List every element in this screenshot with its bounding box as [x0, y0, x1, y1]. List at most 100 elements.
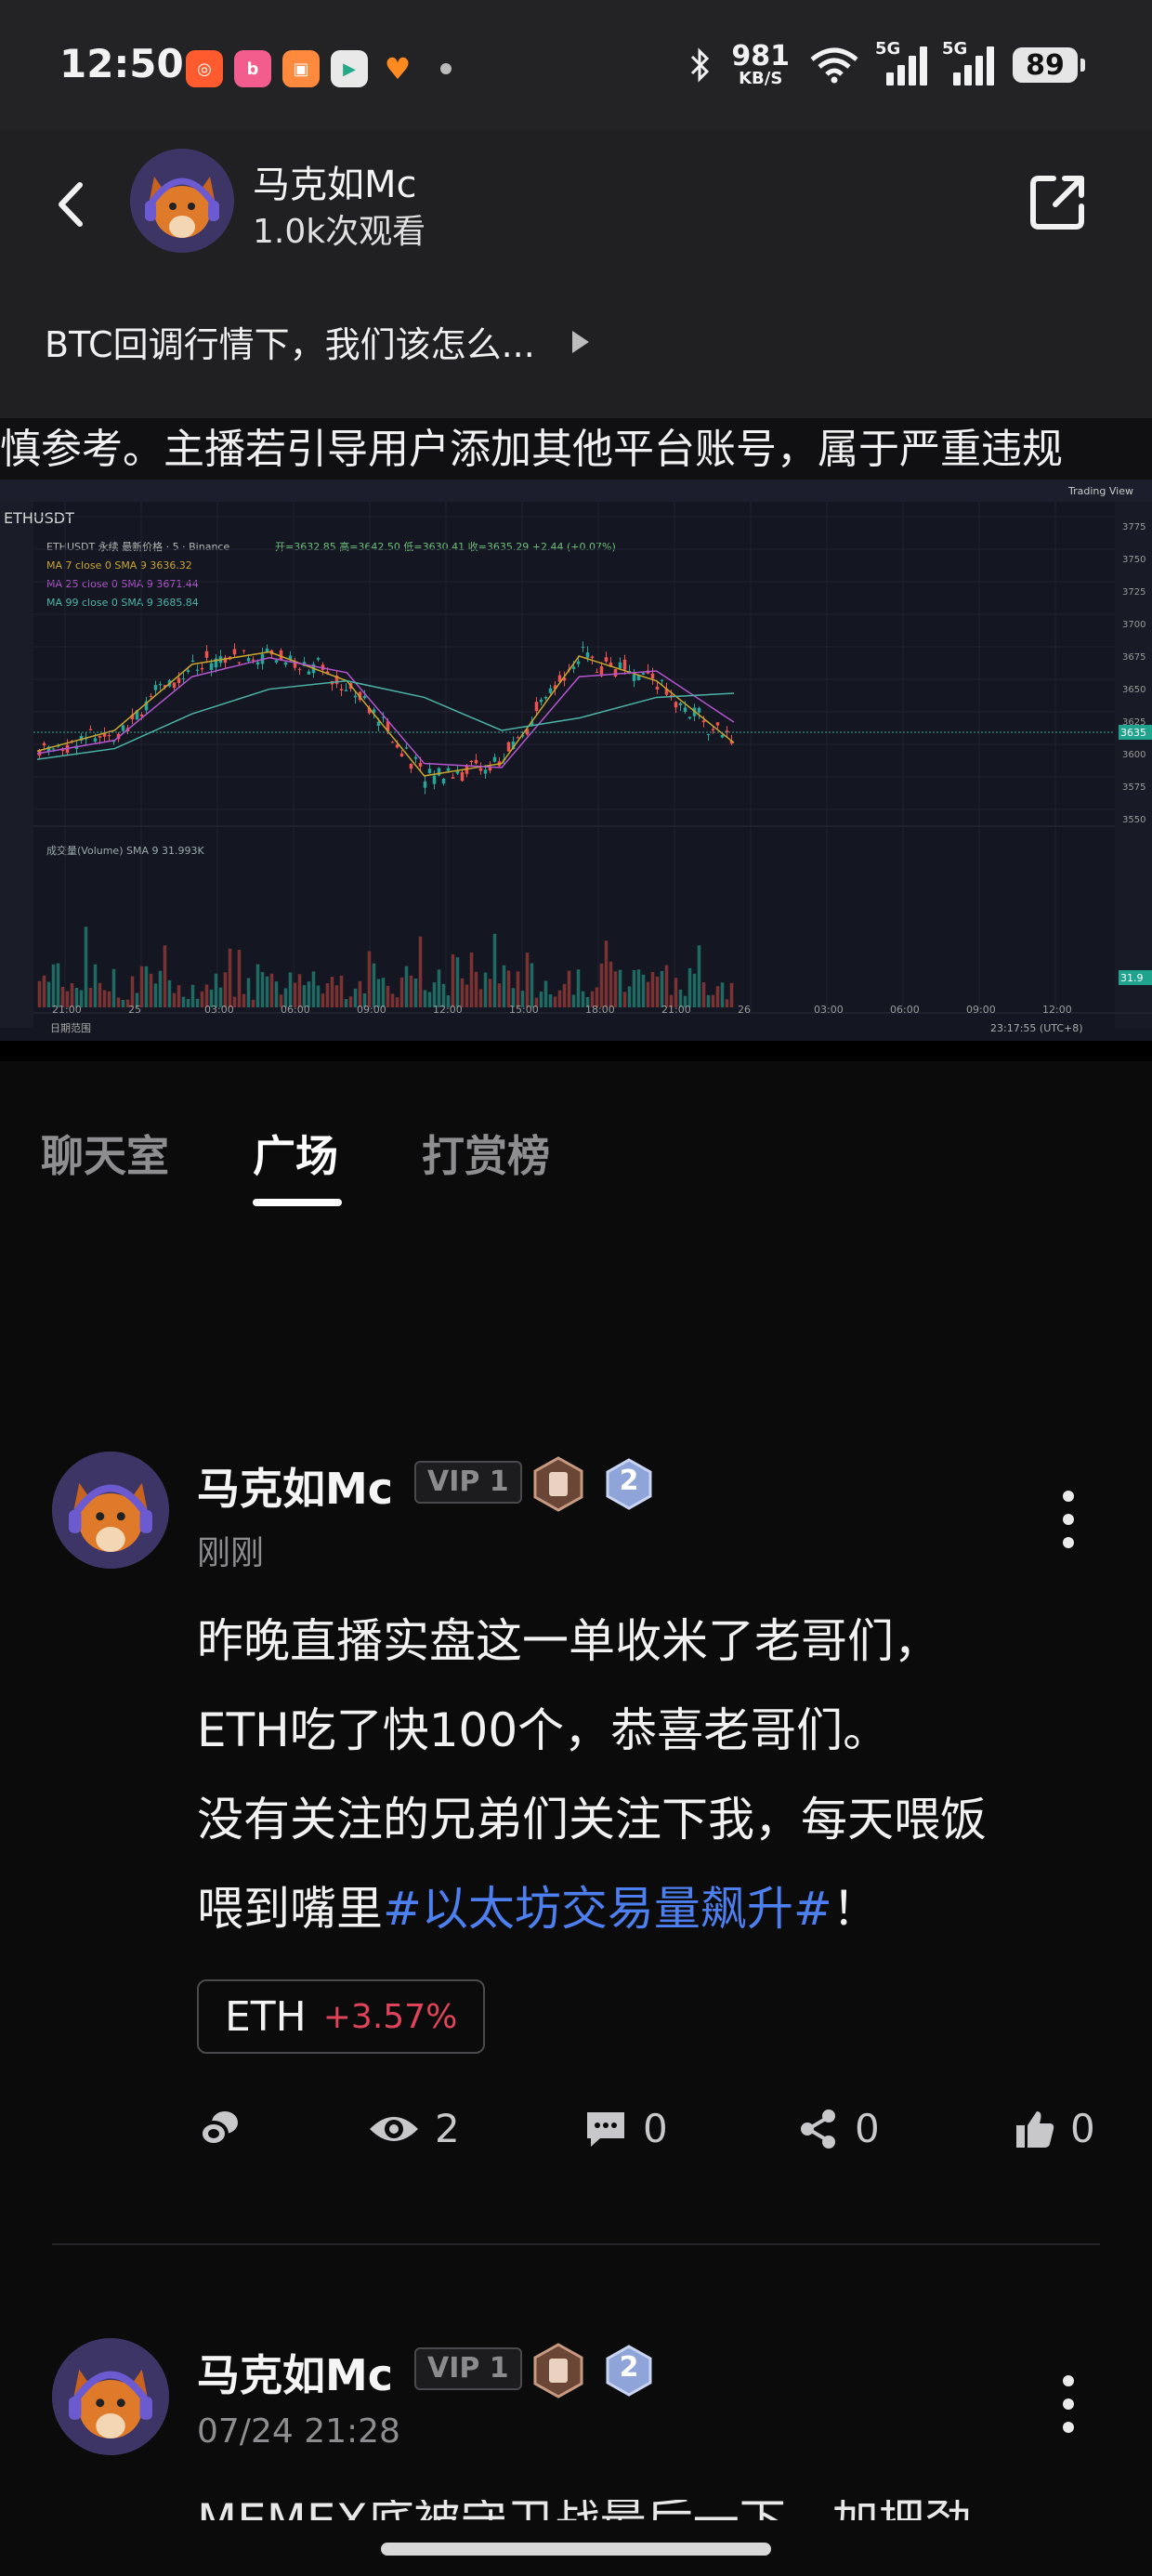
candle-body — [674, 702, 678, 708]
candle-body — [543, 696, 548, 699]
volume-bar — [729, 982, 734, 1007]
volume-bar — [465, 984, 469, 1007]
volume-bar — [84, 927, 88, 1007]
post-content-peek: MEMEX底被守卫战最后一下，加把劲 — [197, 2500, 1107, 2520]
candle-body — [93, 738, 98, 742]
volume-bar — [664, 965, 669, 1007]
live-header: 马克如Mc 1.0k次观看 BTC回调行情下，我们该怎么... — [0, 130, 1152, 418]
tab-tip-ranking[interactable]: 打赏榜 — [422, 1123, 550, 1184]
post-author-name[interactable]: 马克如Mc — [197, 2342, 393, 2403]
volume-bar — [655, 976, 660, 1007]
candle-body — [650, 673, 655, 679]
volume-bar — [687, 967, 692, 1007]
post-divider — [52, 2243, 1100, 2245]
network-speed: 981 KB/S — [731, 43, 790, 87]
comment-button[interactable]: 0 — [583, 2106, 668, 2151]
candle-body — [590, 656, 595, 659]
post-author-name[interactable]: 马克如Mc — [197, 1455, 393, 1517]
volume-bar — [562, 983, 567, 1007]
volume-bar — [386, 985, 390, 1007]
candle-body — [376, 721, 381, 727]
volume-bar — [116, 997, 121, 1007]
tab-chat-room[interactable]: 聊天室 — [41, 1123, 169, 1184]
fox-avatar-image — [130, 149, 234, 253]
candle-body — [153, 684, 158, 690]
candle-body — [423, 781, 427, 788]
network-speed-unit: KB/S — [739, 69, 783, 88]
volume-bar — [627, 986, 632, 1007]
candle-body — [121, 725, 125, 731]
volume-bar — [130, 976, 135, 1007]
live-video-player[interactable]: 慎参考。主播若引导用户添加其他平台账号，属于严重违规 ETHUSDT Tradi… — [0, 418, 1152, 1061]
candle-body — [149, 695, 153, 697]
x-tick-label: 03:00 — [814, 1004, 844, 1016]
volume-bar — [390, 993, 395, 1007]
chart-header: ETHUSDT 永续 最新价格 · 5 · Binance — [46, 540, 229, 553]
candle-body — [409, 763, 413, 769]
volume-bar — [530, 963, 534, 1007]
candle-body — [618, 662, 622, 669]
expand-arrow-icon[interactable] — [571, 330, 589, 353]
volume-bar — [478, 989, 483, 1007]
candle-body — [701, 720, 706, 723]
volume-bar — [701, 982, 706, 1007]
x-tick-label: 03:00 — [204, 1004, 234, 1016]
home-indicator[interactable] — [381, 2543, 771, 2556]
candle-body — [51, 748, 56, 750]
like-button[interactable]: 0 — [1015, 2106, 1095, 2151]
app-notification-icon: ◎ — [186, 50, 223, 87]
post-line: 喂到嘴里#以太坊交易量飙升#！ — [197, 1864, 1107, 1953]
post-line: 没有关注的兄弟们关注下我，每天喂饭 — [197, 1793, 987, 1847]
volume-bar — [223, 972, 228, 1007]
hashtag-link[interactable]: #以太坊交易量飙升# — [383, 1882, 832, 1936]
candle-body — [42, 743, 46, 745]
app-notification-icon: ♥ — [384, 51, 412, 86]
share-icon[interactable] — [1026, 169, 1091, 234]
candle-body — [483, 769, 488, 774]
stream-title[interactable]: BTC回调行情下，我们该怎么... — [45, 316, 589, 367]
back-arrow-icon[interactable] — [48, 172, 95, 237]
more-options-icon[interactable] — [1063, 2375, 1076, 2433]
post-author-avatar[interactable] — [52, 2338, 169, 2455]
chart-clock: 23:17:55 (UTC+8) — [990, 1022, 1083, 1034]
active-tab-indicator — [253, 1199, 342, 1206]
ma7-legend: MA 7 close 0 SMA 9 3636.32 — [46, 559, 192, 572]
candle-body — [158, 683, 163, 686]
more-options-icon[interactable] — [1063, 1491, 1076, 1548]
volume-bar — [325, 983, 330, 1007]
volume-bar — [641, 974, 646, 1007]
volume-bar — [163, 945, 167, 1007]
candle-body — [441, 778, 446, 784]
ma25-legend: MA 25 close 0 SMA 9 3671.44 — [46, 578, 199, 590]
post-line: MEMEX底被守卫战最后一下，加把劲 — [197, 2500, 1107, 2520]
candle-body — [181, 678, 186, 680]
candle-body — [265, 648, 269, 652]
candle-body — [632, 674, 636, 681]
volume-bar — [474, 971, 478, 1007]
streamer-avatar[interactable] — [130, 149, 234, 253]
volume-bar — [604, 940, 609, 1007]
x-tick-label: 06:00 — [890, 1004, 920, 1016]
tab-square[interactable]: 广场 — [253, 1123, 338, 1184]
candle-body — [474, 759, 478, 764]
candle-body — [404, 747, 409, 749]
candle-body — [274, 660, 279, 663]
post-time: 07/24 21:28 — [197, 2412, 400, 2451]
volume-bar — [548, 994, 553, 1007]
y-tick-label: 3675 — [1122, 652, 1145, 663]
share-post-button[interactable]: 0 — [797, 2106, 880, 2151]
volume-bar — [311, 971, 316, 1007]
volume-bar — [506, 970, 511, 1007]
candle-body — [469, 760, 474, 763]
tip-button[interactable] — [197, 2106, 242, 2150]
streamer-name[interactable]: 马克如Mc — [253, 154, 417, 208]
candle-body — [283, 662, 288, 665]
level-number: 2 — [619, 2351, 639, 2384]
candle-body — [697, 707, 701, 713]
volume-bar — [636, 969, 641, 1007]
volume-bar — [646, 981, 650, 1007]
post-author-avatar[interactable] — [52, 1452, 169, 1569]
y-tick-label: 3575 — [1122, 782, 1145, 793]
volume-bar — [409, 975, 413, 1007]
coin-tag[interactable]: ETH +3.57% — [197, 1979, 486, 2054]
